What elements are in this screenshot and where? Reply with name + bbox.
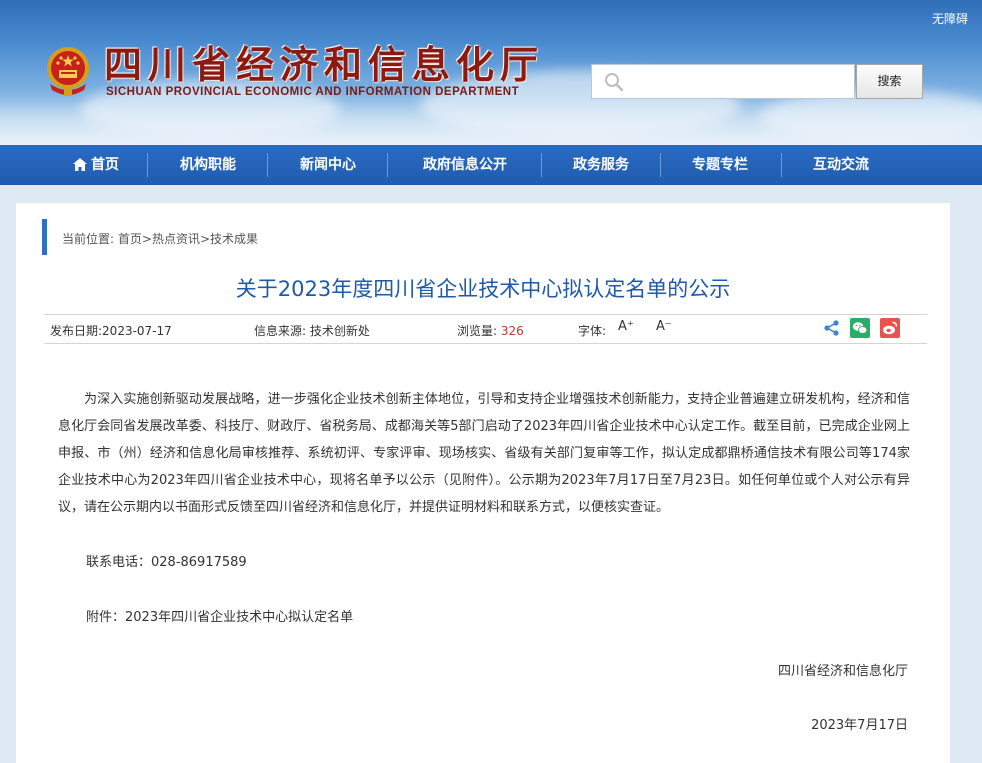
breadcrumb-accent-bar (42, 219, 47, 255)
share-icon[interactable] (822, 318, 842, 338)
accessibility-link[interactable]: 无障碍 (932, 10, 968, 27)
breadcrumb-item-hot-news[interactable]: 热点资讯 (152, 232, 200, 246)
nav-item-topics[interactable]: 专题专栏 (660, 145, 780, 185)
nav-item-organization[interactable]: 机构职能 (148, 145, 268, 185)
weibo-icon[interactable] (880, 318, 900, 338)
content-panel: 当前位置: 首页>热点资讯>技术成果 关于2023年度四川省企业技术中心拟认定名… (16, 203, 950, 763)
breadcrumb-separator: > (199, 232, 211, 246)
article-title: 关于2023年度四川省企业技术中心拟认定名单的公示 (235, 277, 731, 301)
wechat-icon[interactable] (850, 318, 870, 338)
nav-item-interaction[interactable]: 互动交流 (781, 145, 901, 185)
view-count: 浏览量: 326 (457, 322, 524, 339)
site-subtitle: SICHUAN PROVINCIAL ECONOMIC AND INFORMAT… (106, 86, 520, 98)
mountain-decoration (0, 100, 982, 145)
search-button[interactable]: 搜索 (856, 64, 923, 99)
nav-item-gov-info[interactable]: 政府信息公开 (402, 145, 528, 185)
nav-item-home[interactable]: 首页 (36, 145, 156, 185)
national-emblem-icon (47, 47, 89, 96)
nav-item-label: 首页 (91, 157, 119, 173)
nav-divider (387, 153, 388, 177)
breadcrumb-item-home[interactable]: 首页 (118, 232, 142, 246)
article-meta: 发布日期:2023-07-17 信息来源: 技术创新处 浏览量: 326 字体:… (44, 314, 927, 344)
main-nav: 首页 机构职能 新闻中心 政府信息公开 政务服务 专题专栏 互动交流 (0, 145, 982, 185)
view-count-value: 326 (500, 324, 524, 338)
attachment-link[interactable]: 附件：2023年四川省企业技术中心拟认定名单 (86, 606, 353, 625)
home-icon (73, 158, 87, 171)
nav-item-services[interactable]: 政务服务 (541, 145, 661, 185)
search-input[interactable] (632, 70, 850, 96)
breadcrumb-item-tech[interactable]: 技术成果 (210, 232, 258, 246)
breadcrumb-separator: > (141, 232, 152, 246)
info-source: 信息来源: 技术创新处 (254, 324, 370, 338)
nav-item-news[interactable]: 新闻中心 (268, 145, 388, 185)
search-box (591, 64, 855, 99)
breadcrumb-prefix: 当前位置: (62, 232, 115, 246)
contact-phone: 联系电话：028-86917589 (86, 555, 247, 570)
signature-date: 2023年7月17日 (811, 718, 908, 733)
article-body: 为深入实施创新驱动发展战略，进一步强化企业技术创新主体地位，引导和支持企业增强技… (58, 392, 910, 515)
font-increase-button[interactable]: A⁺ (618, 319, 634, 334)
search-icon (605, 73, 624, 92)
signature-department: 四川省经济和信息化厅 (777, 664, 908, 679)
view-count-label: 浏览量: (457, 324, 498, 338)
site-title: 四川省经济和信息化厅 (104, 42, 545, 87)
breadcrumb: 当前位置: 首页>热点资讯>技术成果 (62, 230, 258, 247)
font-size-label: 字体: (578, 324, 607, 338)
publish-date: 发布日期:2023-07-17 (50, 324, 172, 338)
font-decrease-button[interactable]: A⁻ (656, 319, 672, 334)
site-header: 无障碍 四川省经济和信息化厅 SICHUAN PROVINCIAL ECONOM… (0, 0, 982, 145)
